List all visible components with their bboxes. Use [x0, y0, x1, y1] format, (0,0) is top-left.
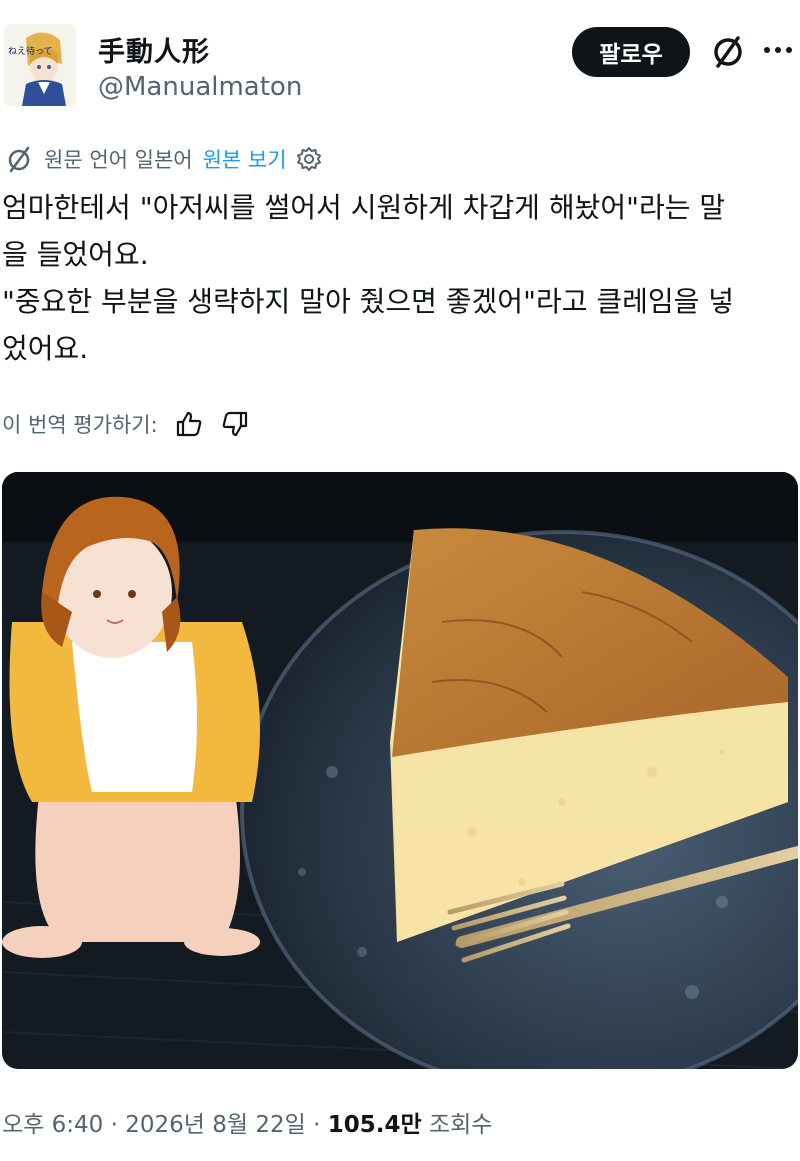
avatar-text: ねえ待って	[8, 45, 53, 57]
slash-circle-icon[interactable]	[708, 32, 748, 72]
separator: ·	[110, 1112, 118, 1138]
post-time[interactable]: 오후 6:40	[2, 1112, 103, 1138]
thumbs-down-icon[interactable]	[220, 409, 250, 439]
author-handle[interactable]: @Manualmaton	[98, 72, 302, 102]
separator: ·	[313, 1112, 321, 1138]
more-horizontal-icon[interactable]	[760, 32, 796, 68]
post-line: "중요한 부분을 생략하지 말아 줬으면 좋겠어"라고 클레임을 넣	[2, 285, 735, 318]
views-label: 조회수	[428, 1112, 493, 1138]
post-line: 었어요.	[2, 332, 89, 365]
avatar-illustration: ねえ待って	[4, 24, 76, 106]
translation-rating: 이 번역 평가하기:	[2, 406, 250, 442]
post-text: 엄마한테서 "아저씨를 썰어서 시원하게 차갑게 해놨어"라는 말 을 들었어요…	[2, 184, 798, 372]
post-metadata: 오후 6:40 · 2026년 8월 22일 · 105.4만 조회수	[2, 1105, 492, 1139]
views-count[interactable]: 105.4만	[328, 1112, 422, 1138]
avatar[interactable]: ねえ待って	[4, 24, 76, 106]
translate-icon	[8, 146, 30, 173]
gear-icon[interactable]	[295, 145, 323, 173]
thumbs-up-icon[interactable]	[174, 409, 204, 439]
post-header: ねえ待って 手動人形 @Manualmaton 팔로우	[0, 0, 800, 120]
follow-button[interactable]: 팔로우	[572, 27, 690, 77]
show-original-link[interactable]: 원본 보기	[203, 144, 287, 174]
post-date[interactable]: 2026년 8월 22일	[125, 1112, 306, 1138]
post-photo[interactable]	[2, 472, 798, 1069]
translation-notice: 원문 언어 일본어 원본 보기	[4, 143, 323, 175]
post-line: 을 들었어요.	[2, 238, 149, 271]
figure-and-cheesecake-photo	[2, 472, 798, 1069]
post-line: 엄마한테서 "아저씨를 썰어서 시원하게 차갑게 해놨어"라는 말	[2, 191, 726, 224]
translation-source-label: 원문 언어 일본어	[44, 148, 193, 172]
author-name[interactable]: 手動人形	[98, 30, 210, 69]
rate-label: 이 번역 평가하기:	[2, 413, 158, 437]
